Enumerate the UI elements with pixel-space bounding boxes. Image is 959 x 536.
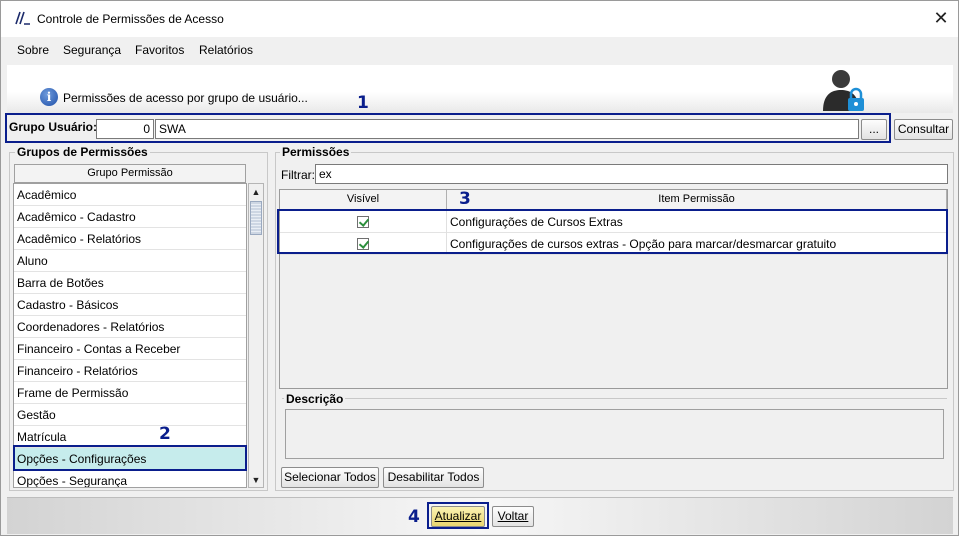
menu-seguranca[interactable]: Segurança	[63, 43, 121, 57]
list-item[interactable]: Gestão	[14, 404, 246, 426]
user-group-name-input[interactable]: SWA	[155, 119, 859, 139]
filter-label: Filtrar:	[281, 168, 315, 182]
user-group-label: Grupo Usuário:	[9, 120, 98, 134]
main-window: Controle de Permissões de Acesso ✕ Sobre…	[0, 0, 959, 536]
window-title: Controle de Permissões de Acesso	[37, 12, 224, 26]
scroll-up-icon[interactable]: ▲	[249, 184, 263, 200]
description-title: Descrição	[284, 392, 346, 406]
permission-groups-list: Acadêmico Acadêmico - Cadastro Acadêmico…	[13, 183, 247, 488]
menu-sobre[interactable]: Sobre	[17, 43, 49, 57]
user-group-code-input[interactable]: 0	[96, 119, 154, 139]
permission-groups-column-header[interactable]: Grupo Permissão	[14, 164, 246, 183]
menu-favoritos[interactable]: Favoritos	[135, 43, 184, 57]
menu-relatorios[interactable]: Relatórios	[199, 43, 253, 57]
permissions-title: Permissões	[280, 145, 352, 159]
callout-3: 3	[459, 189, 471, 209]
scroll-down-icon[interactable]: ▼	[249, 472, 263, 488]
menu-bar: Sobre Segurança Favoritos Relatórios	[1, 37, 958, 63]
list-item[interactable]: Financeiro - Relatórios	[14, 360, 246, 382]
header-text: Permissões de acesso por grupo de usuári…	[63, 91, 308, 105]
permission-groups-scrollbar[interactable]: ▲ ▼	[248, 183, 264, 488]
app-logo-icon	[15, 11, 30, 25]
back-button[interactable]: Voltar	[492, 506, 534, 527]
user-group-lookup-button[interactable]: ...	[861, 119, 887, 140]
column-header-visible[interactable]: Visível	[280, 190, 447, 210]
header-panel: i Permissões de acesso por grupo de usuá…	[7, 65, 953, 113]
disable-all-button[interactable]: Desabilitar Todos	[383, 467, 484, 488]
user-lock-icon	[823, 70, 864, 111]
list-item[interactable]: Financeiro - Contas a Receber	[14, 338, 246, 360]
list-item[interactable]: Opções - Segurança	[14, 470, 246, 487]
close-icon[interactable]: ✕	[927, 5, 955, 33]
description-box	[285, 409, 944, 459]
callout-4: 4	[408, 507, 420, 527]
callout-2: 2	[159, 424, 171, 444]
update-button[interactable]: Atualizar	[431, 506, 485, 527]
consultar-button[interactable]: Consultar	[894, 119, 953, 140]
select-all-button[interactable]: Selecionar Todos	[281, 467, 379, 488]
title-bar: Controle de Permissões de Acesso ✕	[1, 1, 958, 37]
callout-box-3	[277, 209, 948, 254]
list-item[interactable]: Coordenadores - Relatórios	[14, 316, 246, 338]
scroll-thumb[interactable]	[250, 201, 262, 235]
list-item[interactable]: Barra de Botões	[14, 272, 246, 294]
filter-input[interactable]: ex	[315, 164, 948, 184]
callout-box-2	[13, 445, 247, 471]
list-item[interactable]: Aluno	[14, 250, 246, 272]
list-item[interactable]: Cadastro - Básicos	[14, 294, 246, 316]
list-item[interactable]: Acadêmico - Cadastro	[14, 206, 246, 228]
permission-groups-title: Grupos de Permissões	[15, 145, 150, 159]
callout-1: 1	[357, 93, 369, 113]
list-item[interactable]: Acadêmico	[14, 184, 246, 206]
info-icon: i	[40, 88, 58, 106]
column-header-item[interactable]: Item Permissão	[447, 190, 947, 210]
list-item[interactable]: Acadêmico - Relatórios	[14, 228, 246, 250]
list-item[interactable]: Frame de Permissão	[14, 382, 246, 404]
